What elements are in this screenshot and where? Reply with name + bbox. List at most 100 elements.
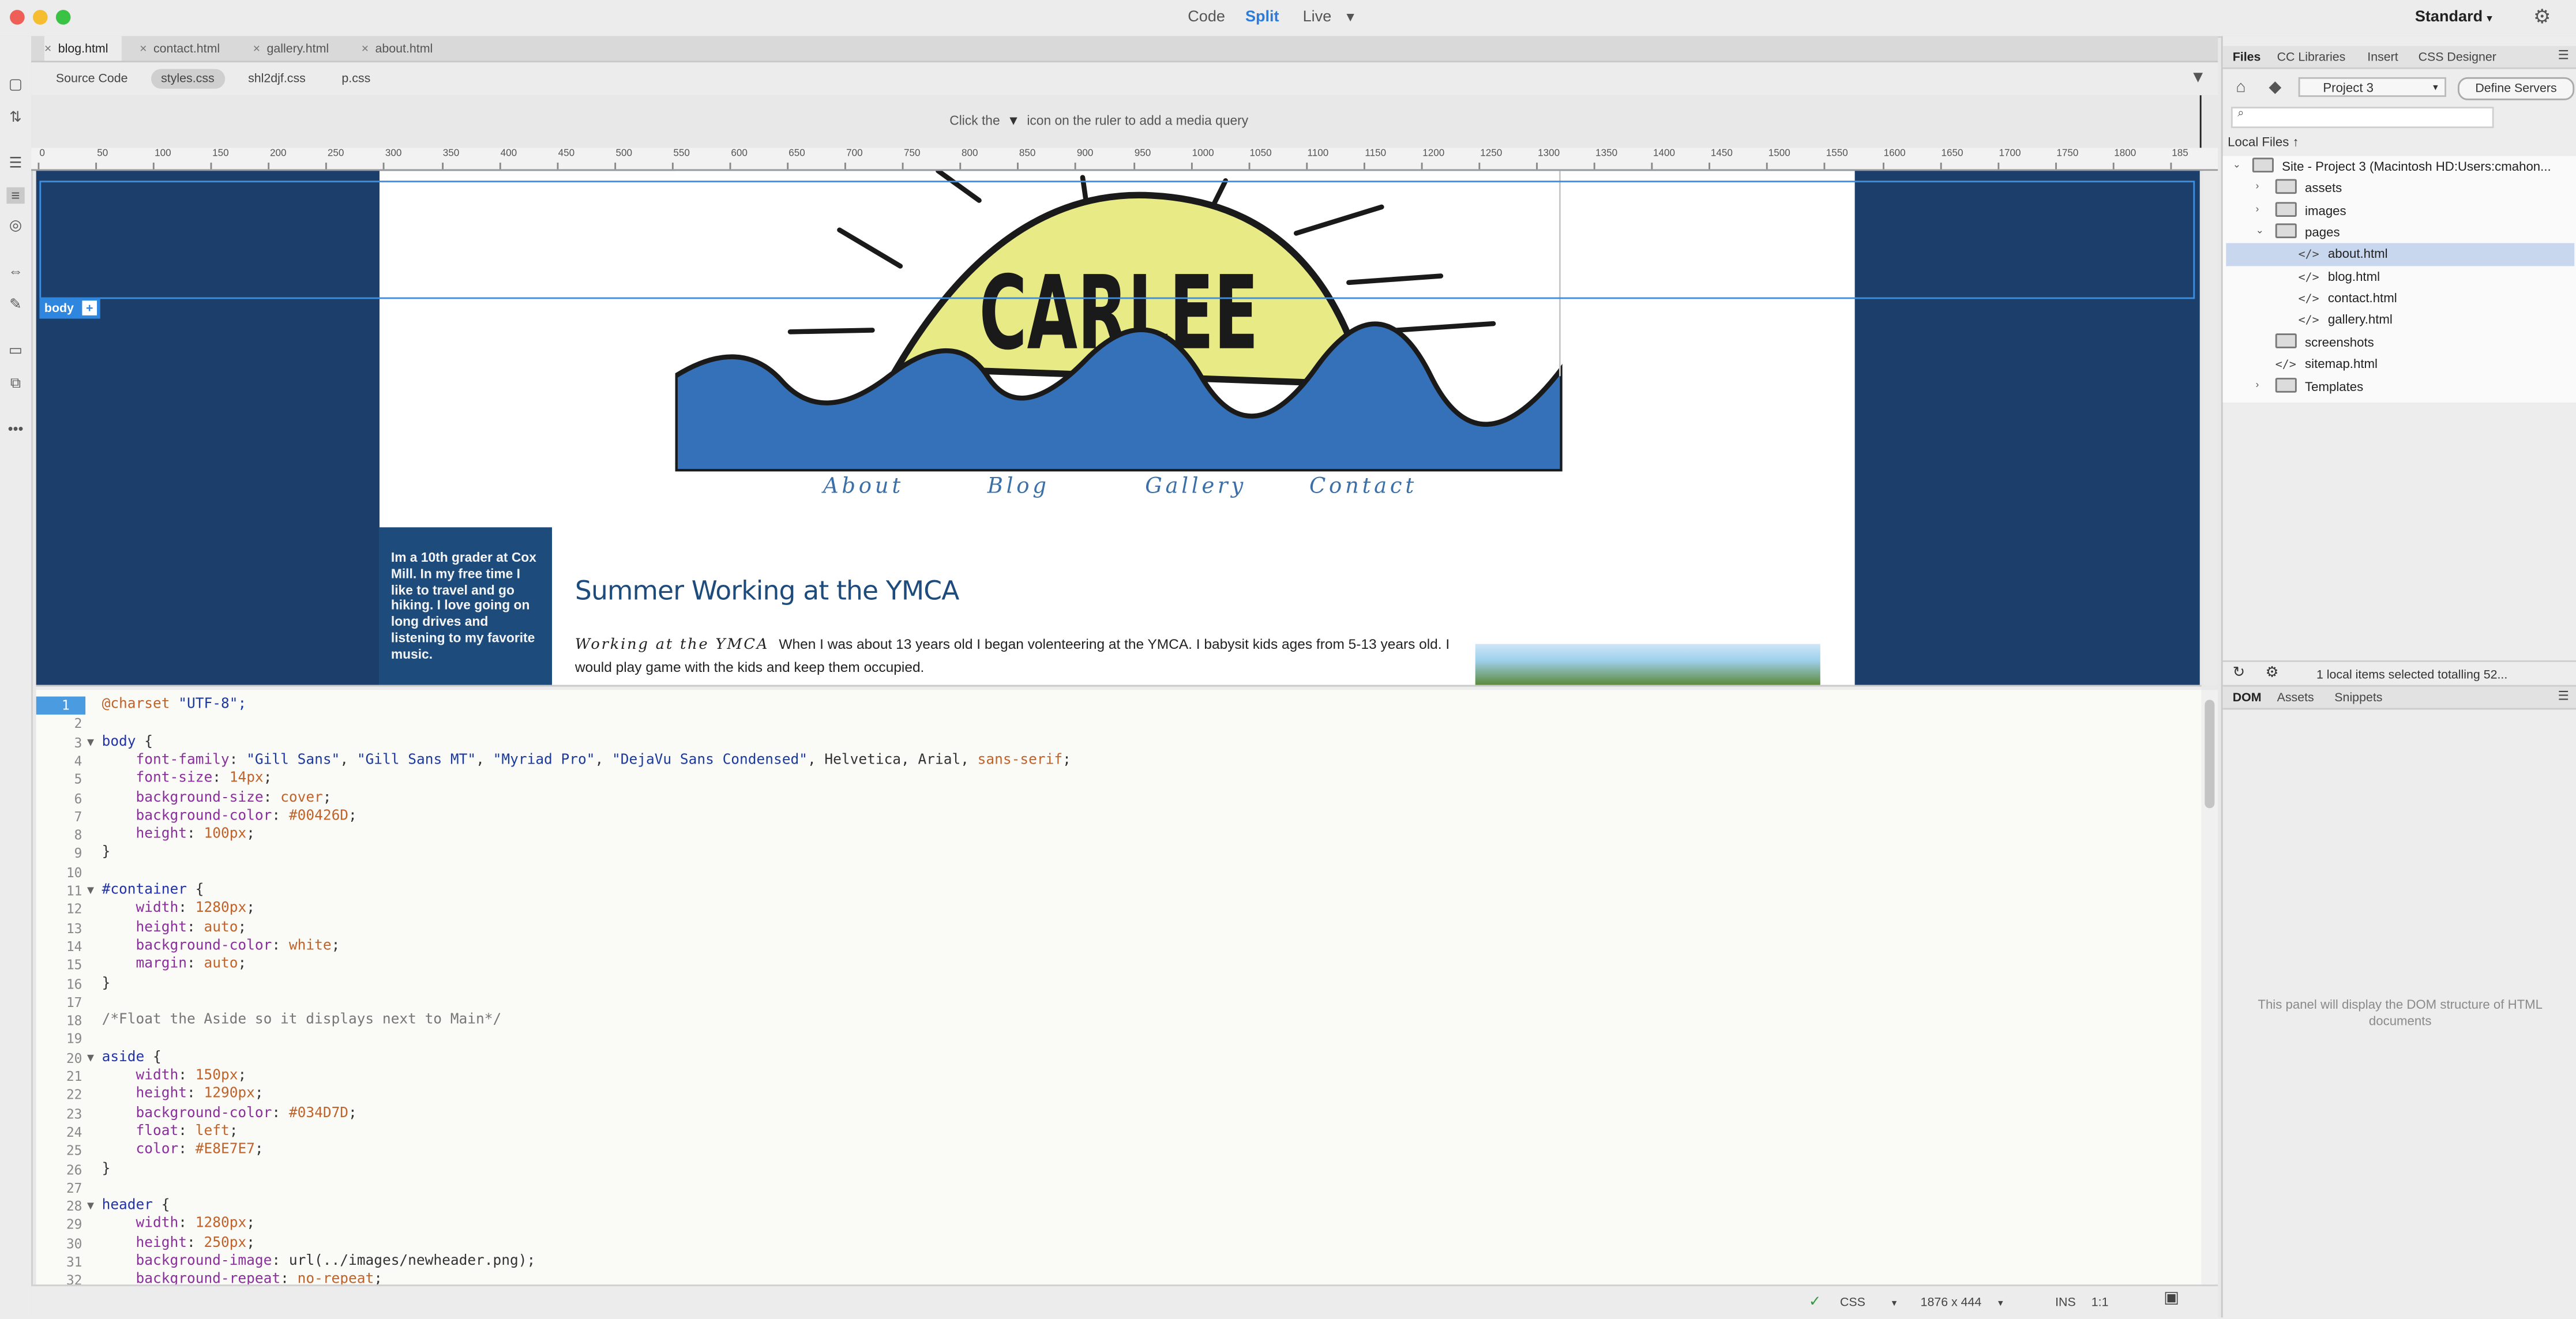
code-line[interactable]: 9} <box>36 845 2202 863</box>
tree-folder-row[interactable]: ⌄ pages <box>2226 222 2574 244</box>
panel-tab-assets[interactable]: Assets <box>2277 690 2314 705</box>
collapsed-arrow-icon[interactable]: › <box>2256 375 2259 397</box>
expanded-arrow-icon[interactable]: ⌄ <box>2256 222 2264 244</box>
panel-tab-cc-libraries[interactable]: CC Libraries <box>2277 49 2346 64</box>
tab-about[interactable]: × about.html <box>362 36 433 61</box>
window-size-select[interactable]: 1876 x 444 ▾ <box>1921 1294 2003 1309</box>
panel-tab-insert[interactable]: Insert <box>2367 49 2398 64</box>
collapsed-arrow-icon[interactable]: › <box>2256 178 2259 200</box>
code-line[interactable]: 21 width: 150px; <box>36 1068 2202 1086</box>
live-options-icon[interactable]: ◎ <box>6 217 24 233</box>
language-select[interactable]: CSS ▾ <box>1840 1294 1897 1309</box>
fold-arrow-icon[interactable]: ▼ <box>87 1049 94 1068</box>
tree-file-row[interactable]: </> sitemap.html <box>2226 354 2574 375</box>
code-line[interactable]: 24 float: left; <box>36 1123 2202 1142</box>
fold-arrow-icon[interactable]: ▼ <box>87 1198 94 1216</box>
comment-icon[interactable]: ▭ <box>6 341 24 358</box>
tree-folder-row[interactable]: › Templates <box>2226 375 2574 397</box>
code-line[interactable]: 18 /*Float the Aside so it displays next … <box>36 1012 2202 1031</box>
close-window-button[interactable] <box>10 10 25 25</box>
body-tag-badge[interactable]: body + <box>39 297 100 319</box>
code-line[interactable]: 7 background-color: #00426D; <box>36 808 2202 826</box>
code-line[interactable]: 17 <box>36 994 2202 1012</box>
code-line[interactable]: 22 height: 1290px; <box>36 1087 2202 1105</box>
tree-folder-row[interactable]: ⌄ Site - Project 3 (Macintosh HD:Users:cm… <box>2226 156 2574 178</box>
tree-file-row[interactable]: </> blog.html <box>2226 266 2574 288</box>
design-view[interactable]: CARLEE About Blog Gallery Contact Im a 1… <box>36 171 2200 685</box>
file-management-icon[interactable]: ⇅ <box>6 108 24 125</box>
ruler[interactable]: 0 50 100 150 200 250 300 350 400 450 500 550 600 650 7… <box>31 148 2218 171</box>
close-tab-icon[interactable]: × <box>140 41 147 56</box>
local-files-header[interactable]: Local Files ↑ <box>2228 135 2299 150</box>
fold-arrow-icon[interactable]: ▼ <box>87 882 94 900</box>
panel-menu-icon[interactable]: ☰ <box>2558 688 2569 703</box>
close-tab-icon[interactable]: × <box>44 41 52 56</box>
code-line[interactable]: 13 height: auto; <box>36 919 2202 938</box>
code-line[interactable]: 19 <box>36 1031 2202 1049</box>
git-icon[interactable]: ◆ <box>2269 79 2281 97</box>
minimize-window-button[interactable] <box>32 10 48 25</box>
format-source-icon[interactable]: ⇔ <box>6 263 24 279</box>
refresh-icon[interactable]: ↻ <box>2233 664 2245 682</box>
code-line[interactable]: 11 ▼ #container { <box>36 882 2202 900</box>
code-line[interactable]: 12 width: 1280px; <box>36 901 2202 919</box>
workspace-switcher[interactable]: Standard ▾ <box>2415 8 2492 26</box>
code-line[interactable]: 23 background-color: #034D7D; <box>36 1105 2202 1123</box>
site-select[interactable]: Project 3 ▾ <box>2298 77 2446 97</box>
split-view-button[interactable]: Split <box>1245 8 1279 26</box>
code-scrollbar-thumb[interactable] <box>2205 700 2215 809</box>
close-tab-icon[interactable]: × <box>362 41 369 56</box>
nav-blog-link[interactable]: Blog <box>987 475 1050 499</box>
code-line[interactable]: 30 height: 250px; <box>36 1235 2202 1253</box>
code-line[interactable]: 32 background-repeat: no-repeat; <box>36 1272 2202 1284</box>
more-tools-icon[interactable]: ••• <box>6 420 24 437</box>
design-scrollbar[interactable] <box>2203 171 2218 685</box>
code-line[interactable]: 6 background-size: cover; <box>36 790 2202 808</box>
sync-settings-icon[interactable]: ⚙ <box>2266 664 2279 682</box>
filter-icon[interactable]: ▼ <box>2190 69 2206 87</box>
tree-file-row[interactable]: </> contact.html <box>2226 288 2574 310</box>
nav-gallery-link[interactable]: Gallery <box>1145 475 1246 499</box>
preview-device-icon[interactable]: ▣ <box>2164 1290 2179 1307</box>
panel-tab-files[interactable]: Files <box>2233 49 2261 64</box>
code-line[interactable]: 5 font-size: 14px; <box>36 771 2202 789</box>
code-scrollbar[interactable] <box>2201 690 2218 1285</box>
panel-tab-dom[interactable]: DOM <box>2233 690 2262 705</box>
file-search-input[interactable]: ⌕ <box>2230 107 2494 129</box>
settings-gear-icon[interactable]: ⚙ <box>2533 5 2551 28</box>
open-documents-icon[interactable]: ▢ <box>6 76 24 92</box>
code-line[interactable]: 14 background-color: white; <box>36 938 2202 956</box>
code-line[interactable]: 16} <box>36 975 2202 993</box>
connect-icon[interactable]: ⌂ <box>2236 79 2245 97</box>
collapsed-arrow-icon[interactable]: › <box>2256 200 2259 222</box>
viewport-width-marker[interactable] <box>2199 95 2202 148</box>
expanded-arrow-icon[interactable]: ⌄ <box>2233 156 2241 178</box>
code-line[interactable]: 10 <box>36 863 2202 882</box>
define-servers-button[interactable]: Define Servers <box>2457 77 2575 100</box>
related-styles-css[interactable]: styles.css <box>151 69 224 89</box>
code-line[interactable]: 28 ▼ header { <box>36 1198 2202 1216</box>
fold-arrow-icon[interactable]: ▼ <box>87 734 94 752</box>
related-source-code[interactable]: Source Code <box>46 69 138 89</box>
code-line[interactable]: 15 margin: auto; <box>36 956 2202 975</box>
tab-blog[interactable]: × blog.html <box>44 36 122 61</box>
element-view-icon[interactable]: ≡ <box>6 187 25 204</box>
nav-contact-link[interactable]: Contact <box>1309 475 1417 499</box>
add-element-icon[interactable]: + <box>82 300 97 315</box>
code-line[interactable]: 1 @charset "UTF-8"; <box>36 696 2202 715</box>
tree-folder-row[interactable]: screenshots <box>2226 332 2574 354</box>
zoom-window-button[interactable] <box>55 10 71 25</box>
live-view-button[interactable]: Live <box>1303 8 1332 26</box>
tree-folder-row[interactable]: › images <box>2226 200 2574 222</box>
code-line[interactable]: 29 width: 1280px; <box>36 1216 2202 1235</box>
code-line[interactable]: 20 ▼ aside { <box>36 1049 2202 1068</box>
related-p-css[interactable]: p.css <box>332 69 380 89</box>
code-line[interactable]: 4 font-family: "Gill Sans", "Gill Sans M… <box>36 752 2202 771</box>
code-view[interactable]: 1 @charset "UTF-8"; 2 3 ▼ body {4 font-famil… <box>36 690 2202 1285</box>
insert-mode[interactable]: INS <box>2055 1294 2076 1309</box>
apply-comment-icon[interactable]: ✎ <box>6 296 24 312</box>
code-line[interactable]: 3 ▼ body { <box>36 734 2202 752</box>
tree-file-row[interactable]: </> about.html <box>2226 243 2575 266</box>
code-view-button[interactable]: Code <box>1188 8 1225 26</box>
tab-gallery[interactable]: × gallery.html <box>253 36 329 61</box>
